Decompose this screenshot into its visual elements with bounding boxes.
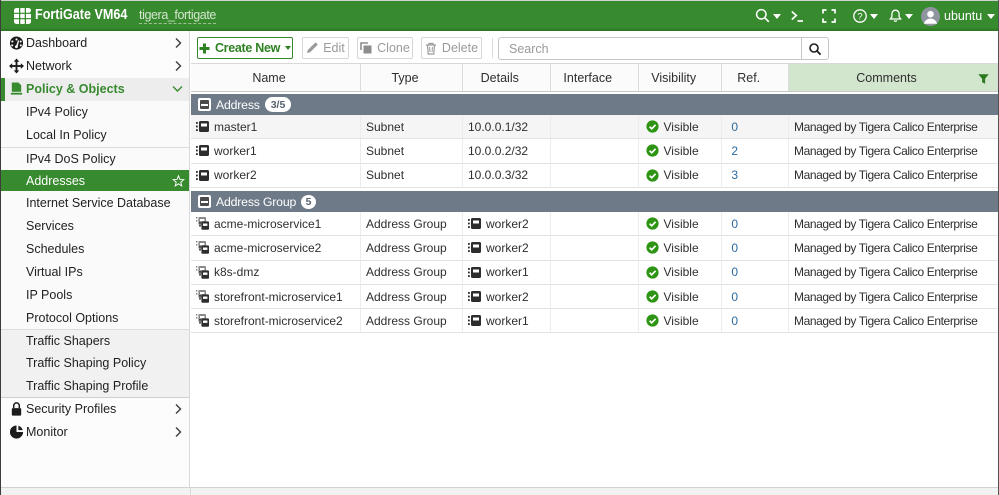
svg-text:?: ? — [857, 11, 862, 22]
